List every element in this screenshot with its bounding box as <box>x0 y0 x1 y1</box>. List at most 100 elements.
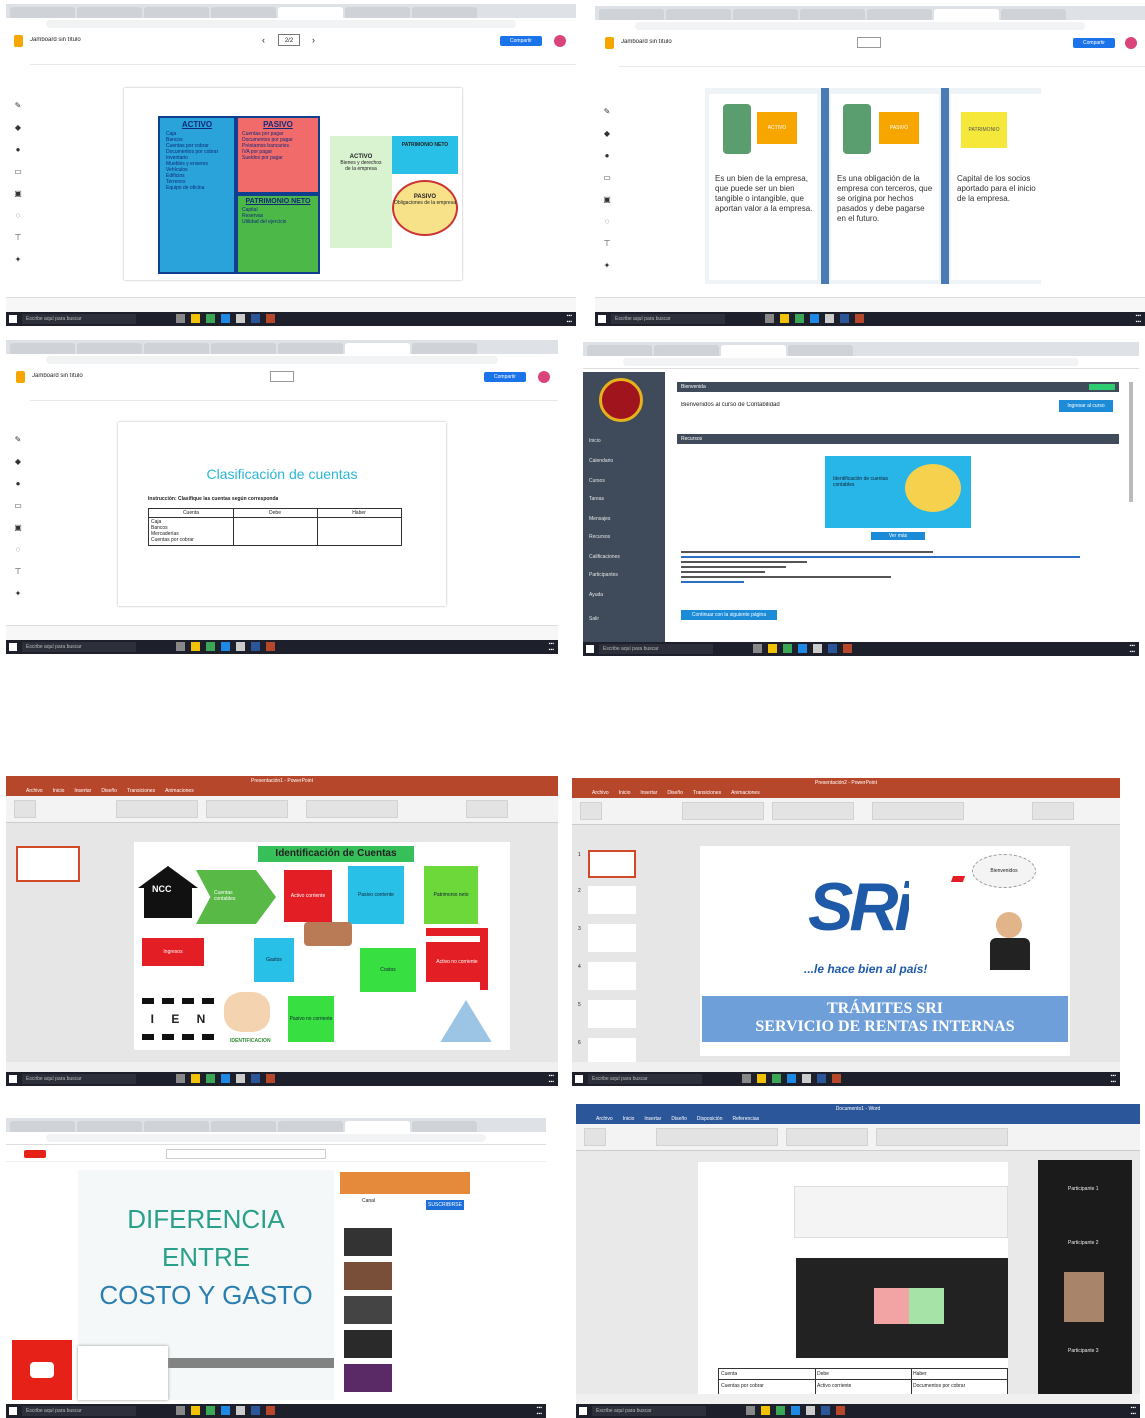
slide-thumbnail[interactable] <box>588 850 636 878</box>
enter-course-button[interactable]: Ingresar al curso <box>1059 400 1113 412</box>
browser-tab-active[interactable] <box>934 9 999 20</box>
ribbon-tab[interactable]: Diseño <box>671 1116 687 1122</box>
ribbon-tab[interactable]: Animaciones <box>165 788 194 794</box>
nav-item[interactable]: Mensajes <box>589 516 610 522</box>
taskbar-search[interactable]: Escribe aquí para buscar <box>611 314 725 324</box>
mail-icon[interactable] <box>221 1074 230 1083</box>
word-icon[interactable] <box>828 644 837 653</box>
ppt-icon[interactable] <box>843 644 852 653</box>
browser-tab-active[interactable] <box>721 345 786 356</box>
sticky-note-icon[interactable]: ▭ <box>14 502 22 510</box>
paste-button[interactable] <box>584 1128 606 1146</box>
ribbon-tab[interactable]: Insertar <box>640 790 657 796</box>
banner-button[interactable]: Ver más <box>871 532 925 540</box>
nav-item[interactable]: Ayuda <box>589 592 603 598</box>
recommended-video-thumb[interactable] <box>344 1296 392 1324</box>
ribbon-tab[interactable]: Disposición <box>697 1116 723 1122</box>
explorer-icon[interactable] <box>191 642 200 651</box>
drawing-group[interactable] <box>306 800 398 818</box>
address-bar[interactable] <box>6 1132 546 1145</box>
browser-tab-active[interactable] <box>278 7 343 18</box>
url-field[interactable] <box>635 22 1085 30</box>
ppt-icon[interactable] <box>266 1074 275 1083</box>
ribbon-tab[interactable]: Diseño <box>101 788 117 794</box>
word-icon[interactable] <box>251 314 260 323</box>
browser-tab[interactable] <box>10 1121 75 1132</box>
ribbon-tab[interactable]: Inicio <box>619 790 631 796</box>
slide-thumbnail[interactable] <box>588 962 636 990</box>
frame-indicator[interactable]: 2/2 <box>278 34 300 46</box>
address-bar[interactable] <box>583 356 1139 369</box>
pen-icon[interactable]: ✎ <box>14 436 22 444</box>
mail-icon[interactable] <box>810 314 819 323</box>
youtube-play-icon[interactable] <box>12 1340 72 1400</box>
ppt-icon[interactable] <box>855 314 864 323</box>
frame-selector[interactable] <box>857 37 881 48</box>
nav-item[interactable]: Tareas <box>589 496 604 502</box>
circle-icon[interactable]: ◌ <box>603 218 611 226</box>
recommended-video-thumb[interactable] <box>344 1262 392 1290</box>
taskbar-search[interactable]: Escribe aquí para buscar <box>599 644 713 654</box>
browser-tab[interactable] <box>412 7 477 18</box>
circle-icon[interactable]: ◌ <box>14 212 22 220</box>
nav-item[interactable]: Calificaciones <box>589 554 620 560</box>
avatar[interactable] <box>554 35 566 47</box>
browser-tab[interactable] <box>10 343 75 354</box>
laser-icon[interactable]: ✦ <box>603 262 611 270</box>
browser-tab[interactable] <box>800 9 865 20</box>
sticky-note-icon[interactable]: ▭ <box>603 174 611 182</box>
task-view-icon[interactable] <box>176 1074 185 1083</box>
image-icon[interactable]: ▣ <box>14 524 22 532</box>
share-button[interactable]: Compartir <box>1073 38 1115 48</box>
styles-group[interactable] <box>876 1128 1008 1146</box>
windows-start-icon[interactable] <box>586 645 594 653</box>
ribbon-tab[interactable]: Archivo <box>596 1116 613 1122</box>
taskbar-search[interactable]: Escribe aquí para buscar <box>22 642 136 652</box>
nav-item[interactable]: Salir <box>589 616 599 622</box>
windows-start-icon[interactable] <box>9 315 17 323</box>
chrome-icon[interactable] <box>206 1074 215 1083</box>
nav-item[interactable]: Inicio <box>589 438 601 444</box>
chrome-icon[interactable] <box>206 1406 215 1415</box>
task-view-icon[interactable] <box>176 642 185 651</box>
eraser-icon[interactable]: ◆ <box>14 124 22 132</box>
word-icon[interactable] <box>251 1074 260 1083</box>
textbox-icon[interactable]: ⊤ <box>603 240 611 248</box>
channel-name[interactable]: Canal <box>362 1198 375 1204</box>
windows-start-icon[interactable] <box>575 1075 583 1083</box>
ppt-icon[interactable] <box>836 1406 845 1415</box>
browser-tabs[interactable] <box>6 340 558 354</box>
taskbar-search[interactable]: Escribe aquí para buscar <box>592 1406 706 1416</box>
avatar[interactable] <box>538 371 550 383</box>
taskbar-search[interactable]: Escribe aquí para buscar <box>22 1074 136 1084</box>
ribbon-tabs[interactable]: Archivo Inicio Insertar Diseño Disposición Re… <box>576 1114 1140 1124</box>
prev-frame-button[interactable]: ‹ <box>262 35 265 45</box>
slide-thumbnail[interactable] <box>16 846 80 882</box>
mail-icon[interactable] <box>798 644 807 653</box>
paragraph-group[interactable] <box>786 1128 868 1146</box>
browser-tabs[interactable] <box>6 1118 546 1132</box>
browser-tabs[interactable] <box>595 6 1145 20</box>
task-view-icon[interactable] <box>742 1074 751 1083</box>
explorer-icon[interactable] <box>761 1406 770 1415</box>
recommended-video-thumb[interactable] <box>344 1228 392 1256</box>
select-icon[interactable]: ● <box>14 480 22 488</box>
browser-tab-active[interactable] <box>345 343 410 354</box>
browser-tab[interactable] <box>412 343 477 354</box>
browser-tab[interactable] <box>144 343 209 354</box>
browser-tab[interactable] <box>345 7 410 18</box>
editing-group[interactable] <box>466 800 508 818</box>
ribbon-tab[interactable]: Referencias <box>732 1116 759 1122</box>
browser-tab[interactable] <box>788 345 853 356</box>
task-view-icon[interactable] <box>765 314 774 323</box>
recommended-video-thumb[interactable] <box>344 1364 392 1392</box>
windows-start-icon[interactable] <box>9 1075 17 1083</box>
explorer-icon[interactable] <box>757 1074 766 1083</box>
explorer-icon[interactable] <box>780 314 789 323</box>
ribbon-tab[interactable]: Transiciones <box>693 790 721 796</box>
sticky-note-icon[interactable]: ▭ <box>14 168 22 176</box>
word-icon[interactable] <box>251 1406 260 1415</box>
textbox-icon[interactable]: ⊤ <box>14 234 22 242</box>
eraser-icon[interactable]: ◆ <box>14 458 22 466</box>
store-icon[interactable] <box>236 1406 245 1415</box>
